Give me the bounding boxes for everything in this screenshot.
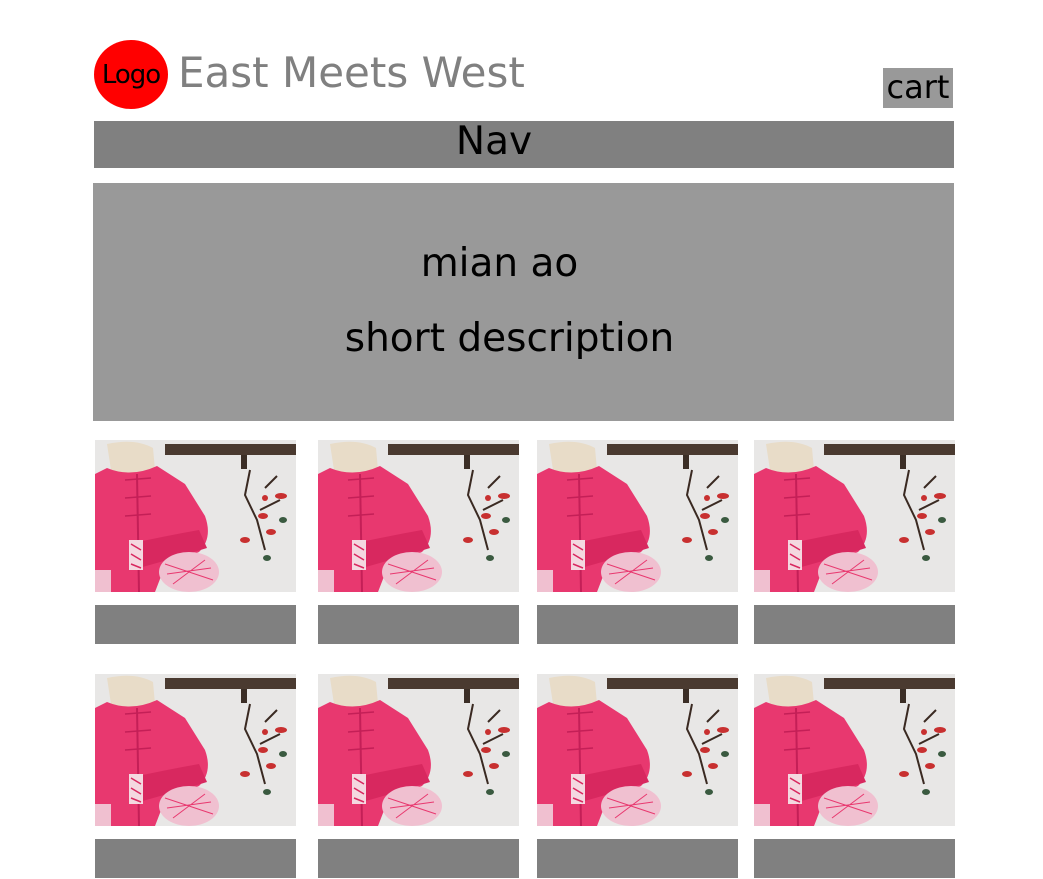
logo-label: Logo bbox=[101, 59, 161, 90]
hero-banner: mian ao short description bbox=[93, 183, 954, 421]
product-label-bar[interactable] bbox=[95, 839, 296, 878]
product-label-bar[interactable] bbox=[754, 605, 955, 644]
product-image-pink-jacket-photo[interactable] bbox=[537, 440, 738, 592]
product-image-pink-jacket-photo[interactable] bbox=[537, 674, 738, 826]
site-title[interactable]: East Meets West bbox=[178, 48, 525, 98]
nav-label: Nav bbox=[455, 121, 533, 164]
hero-description: short description bbox=[344, 316, 675, 361]
product-label-bar[interactable] bbox=[95, 605, 296, 644]
product-card[interactable] bbox=[754, 440, 955, 645]
product-image-pink-jacket-photo[interactable] bbox=[95, 674, 296, 826]
product-card[interactable] bbox=[318, 440, 519, 645]
product-card[interactable] bbox=[95, 440, 296, 645]
product-label-bar[interactable] bbox=[537, 605, 738, 644]
product-image-pink-jacket-photo[interactable] bbox=[318, 674, 519, 826]
product-card[interactable] bbox=[537, 674, 738, 879]
product-label-bar[interactable] bbox=[537, 839, 738, 878]
logo[interactable]: Logo bbox=[94, 40, 168, 109]
product-card[interactable] bbox=[754, 674, 955, 879]
product-image-pink-jacket-photo[interactable] bbox=[754, 674, 955, 826]
cart-button[interactable]: cart bbox=[883, 68, 953, 108]
product-card[interactable] bbox=[95, 674, 296, 879]
hero-title: mian ao bbox=[420, 241, 579, 286]
nav-bar[interactable]: Nav bbox=[94, 121, 954, 168]
product-card[interactable] bbox=[318, 674, 519, 879]
product-image-pink-jacket-photo[interactable] bbox=[95, 440, 296, 592]
product-label-bar[interactable] bbox=[318, 839, 519, 878]
product-label-bar[interactable] bbox=[754, 839, 955, 878]
product-card[interactable] bbox=[537, 440, 738, 645]
product-label-bar[interactable] bbox=[318, 605, 519, 644]
product-image-pink-jacket-photo[interactable] bbox=[754, 440, 955, 592]
product-image-pink-jacket-photo[interactable] bbox=[318, 440, 519, 592]
